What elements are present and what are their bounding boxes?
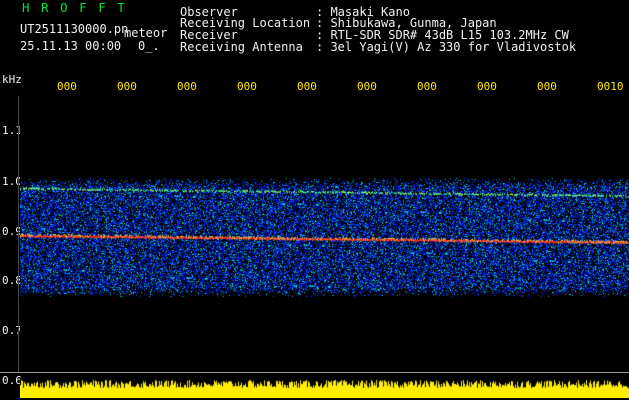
date-time: 25.11.13 00:00 bbox=[20, 39, 122, 53]
y-axis-line bbox=[18, 96, 19, 372]
x-tick-label: 000 bbox=[477, 80, 497, 93]
meteor-label: meteor bbox=[124, 26, 168, 40]
x-tick-label: 000 bbox=[357, 80, 377, 93]
y-axis-unit: kHz bbox=[2, 73, 22, 86]
info-antenna-label: Receiving Antenna bbox=[180, 40, 303, 54]
x-tick-label: 000 bbox=[237, 80, 257, 93]
app-title: H R O F F T bbox=[22, 0, 127, 15]
meteor-count: 0_. bbox=[138, 39, 160, 53]
file-name: UT2511130000.pn bbox=[20, 22, 129, 36]
info-antenna-value: : 3el Yagi(V) Az 330 for Vladivostok bbox=[316, 40, 577, 54]
x-tick-label: 000 bbox=[297, 80, 317, 93]
x-tick-label: 000 bbox=[417, 80, 437, 93]
baseline-divider bbox=[0, 372, 629, 373]
x-tick-label: 000 bbox=[537, 80, 557, 93]
x-tick-label: 000 bbox=[117, 80, 137, 93]
spectrogram-canvas bbox=[20, 100, 629, 370]
x-tick-label: 0010 bbox=[597, 80, 624, 93]
x-tick-label: 000 bbox=[57, 80, 77, 93]
x-tick-label: 000 bbox=[177, 80, 197, 93]
y-tick-label: 0.6 bbox=[2, 374, 22, 387]
signal-level-strip bbox=[20, 378, 629, 398]
